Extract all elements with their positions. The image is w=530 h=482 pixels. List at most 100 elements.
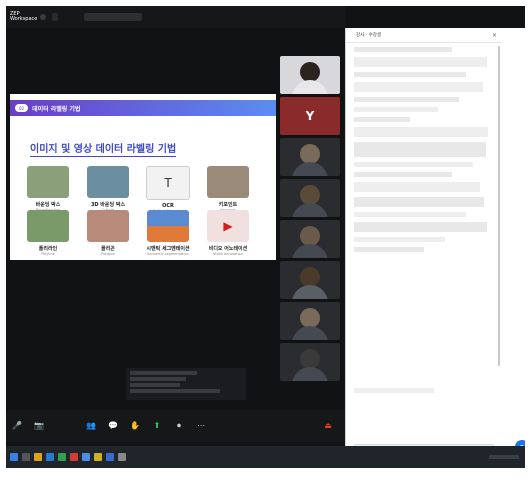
edge-icon[interactable] (46, 453, 54, 461)
participant-video[interactable] (280, 302, 340, 340)
chat-panel: 강사 · 수강생 × (345, 28, 502, 460)
keypoint-image-icon (207, 166, 249, 198)
start-icon[interactable] (10, 453, 18, 461)
chat-message-line (354, 247, 424, 252)
person-body (292, 326, 328, 340)
chat-input[interactable] (354, 388, 434, 393)
app-icon[interactable] (58, 453, 66, 461)
tile-en: Video annotation (213, 252, 243, 256)
chat-button[interactable]: 💬 (102, 421, 124, 431)
tile-en: Polygon (101, 252, 115, 256)
chat-title: 강사 · 수강생 (356, 33, 381, 38)
participant-video[interactable] (280, 138, 340, 176)
microphone-icon: 🎤 (12, 421, 22, 430)
participant-video[interactable] (280, 220, 340, 258)
person-body (292, 367, 328, 381)
windows-taskbar (6, 446, 525, 468)
slide-title: 이미지 및 영상 데이터 라벨링 기법 (30, 140, 177, 157)
more-icon: ⋯ (197, 421, 205, 430)
search-icon[interactable] (22, 453, 30, 461)
section-number-pill: 02 (15, 104, 29, 112)
chat-message-line (354, 182, 480, 192)
chat-message-line (354, 97, 459, 102)
segmentation-image-icon (147, 210, 189, 242)
share-button[interactable]: ⬆ (146, 421, 168, 431)
camera-icon: 📷 (34, 421, 44, 430)
close-icon[interactable]: × (492, 32, 497, 39)
folder-icon[interactable] (34, 453, 42, 461)
caption-line (130, 377, 186, 381)
meeting-name (84, 13, 142, 21)
chat-messages[interactable] (346, 43, 502, 252)
desktop-screen: ZEP Workspace 02 데이터 라벨링 기법 이미지 및 영상 데이터… (6, 6, 525, 468)
raise-hand-button[interactable]: ✋ (124, 421, 146, 431)
tile-polygon: 폴리곤 Polygon (84, 210, 132, 256)
tile-keypoint: 키포인트 Keypoint (204, 166, 252, 212)
person-body (292, 162, 328, 176)
participant-video[interactable] (280, 179, 340, 217)
video-play-icon: ▶ (207, 210, 249, 242)
record-icon: ⏺ (177, 421, 181, 430)
tile-bounding-box: 바운딩 박스 Bounding box (24, 166, 72, 212)
chat-message-line (354, 107, 438, 112)
participants-button[interactable]: 👥 (80, 421, 102, 431)
tab-chip[interactable] (52, 13, 58, 21)
chat-icon: 💬 (108, 421, 118, 430)
tile-polyline: 폴리라인 Polyline (24, 210, 72, 256)
caption-line (130, 371, 198, 375)
video-button[interactable]: 📷 (28, 421, 50, 431)
chat-message-line (354, 117, 410, 122)
chat-message-line (354, 237, 445, 242)
system-tray[interactable] (489, 455, 519, 459)
participants-icon: 👥 (86, 421, 96, 430)
chat-message-line (354, 197, 485, 207)
app-icon[interactable] (94, 453, 102, 461)
app-icon[interactable] (106, 453, 114, 461)
participant-video[interactable] (280, 261, 340, 299)
record-button[interactable]: ⏺ (168, 421, 190, 431)
shared-slide: 02 데이터 라벨링 기법 이미지 및 영상 데이터 라벨링 기법 바운딩 박스… (10, 94, 276, 260)
hand-icon: ✋ (130, 421, 140, 430)
tile-semantic-segmentation: 시멘틱 세그멘테이션 Semantic segmentation (144, 210, 192, 256)
tile-en: Polyline (41, 252, 55, 256)
chat-scrollbar[interactable] (498, 46, 500, 366)
window-menu-icon[interactable] (40, 14, 46, 20)
leave-button[interactable]: ⏏ (317, 421, 339, 431)
person-body (292, 203, 328, 217)
tile-name: 3D 바운딩 박스 (90, 202, 126, 208)
caption-line (130, 389, 220, 393)
bounding-box-image-icon (27, 166, 69, 198)
app-icon[interactable] (82, 453, 90, 461)
tile-name: 폴리라인 (38, 246, 58, 252)
tile-video-annotation: ▶ 비디오 어노테이션 Video annotation (204, 210, 252, 256)
section-title: 데이터 라벨링 기법 (32, 105, 81, 113)
person-avatar (300, 267, 320, 287)
cuboid-image-icon (87, 166, 129, 198)
participant-strip: Y (280, 56, 344, 384)
person-avatar (300, 185, 320, 205)
app-icon[interactable] (118, 453, 126, 461)
participant-initial: Y (305, 109, 315, 123)
participant-video[interactable] (280, 343, 340, 381)
chat-message-line (354, 172, 452, 177)
person-avatar (300, 226, 320, 246)
mute-button[interactable]: 🎤 (6, 421, 28, 431)
chat-message-line (354, 57, 487, 67)
caption-line (130, 383, 181, 387)
leave-icon: ⏏ (324, 421, 332, 430)
chat-message-line (354, 212, 466, 217)
participant-video[interactable] (280, 56, 340, 94)
slide-header-band: 02 데이터 라벨링 기법 (10, 100, 276, 116)
app-title: ZEP Workspace (10, 11, 38, 22)
chat-message-line (354, 142, 486, 157)
tile-en: Semantic segmentation (147, 252, 189, 256)
participant-video[interactable]: Y (280, 97, 340, 135)
app-icon[interactable] (70, 453, 78, 461)
right-side-strip (501, 28, 525, 460)
chat-message-line (354, 82, 483, 92)
person-avatar (300, 308, 320, 328)
chat-header: 강사 · 수강생 × (346, 28, 502, 43)
person-avatar (300, 349, 320, 369)
chat-message-line (354, 162, 473, 167)
more-button[interactable]: ⋯ (190, 421, 212, 431)
